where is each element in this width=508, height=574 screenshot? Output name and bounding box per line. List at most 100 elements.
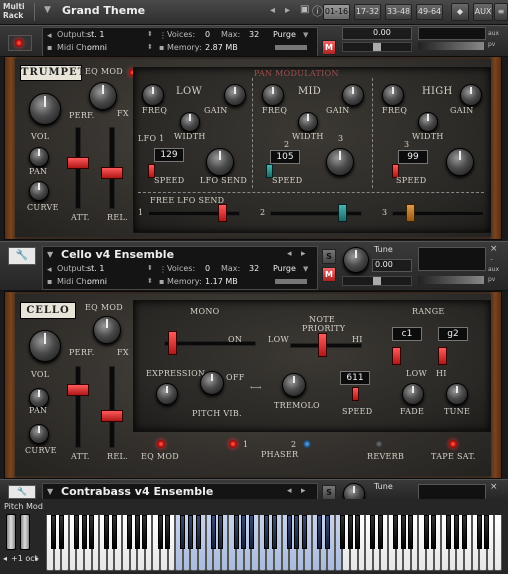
- eq-mod-led-icon[interactable]: [157, 440, 165, 448]
- black-key[interactable]: [89, 515, 95, 549]
- black-key[interactable]: [476, 515, 482, 549]
- tremolo-knob[interactable]: [282, 373, 306, 397]
- low-freq-knob[interactable]: [142, 84, 164, 106]
- purge-button[interactable]: Purge: [273, 264, 296, 273]
- wrench-icon[interactable]: 🔧: [8, 247, 36, 265]
- curve-knob[interactable]: [29, 181, 49, 201]
- piano-keyboard[interactable]: [46, 515, 506, 571]
- black-key[interactable]: [180, 515, 186, 549]
- black-key[interactable]: [263, 515, 269, 549]
- tape-sat-led-icon[interactable]: [449, 440, 457, 448]
- high-freq-knob[interactable]: [382, 84, 404, 106]
- midi-dropdown-icon[interactable]: ⬍: [147, 277, 153, 285]
- instrument-prev-icon[interactable]: ◂: [287, 249, 292, 259]
- solo-button[interactable]: S: [322, 485, 336, 500]
- black-key[interactable]: [370, 515, 376, 549]
- black-key[interactable]: [317, 515, 323, 549]
- low-lfo-send-knob[interactable]: [206, 148, 234, 176]
- mono-slider[interactable]: [168, 331, 177, 355]
- page-tab-1[interactable]: 01-16: [323, 4, 350, 20]
- range-high-value[interactable]: g2: [438, 327, 468, 341]
- black-key[interactable]: [51, 515, 57, 549]
- black-key[interactable]: [165, 515, 171, 549]
- black-key[interactable]: [408, 515, 414, 549]
- rel-fader[interactable]: [101, 410, 123, 422]
- multi-dropdown-arrow-icon[interactable]: ▼: [44, 5, 51, 15]
- black-key[interactable]: [400, 515, 406, 549]
- black-key[interactable]: [218, 515, 224, 549]
- black-key[interactable]: [431, 515, 437, 549]
- range-low-value[interactable]: c1: [392, 327, 422, 341]
- multi-next-icon[interactable]: ▸: [285, 5, 290, 16]
- free-lfo-slider-2[interactable]: [338, 204, 347, 222]
- output-value[interactable]: st. 1: [87, 30, 104, 39]
- save-icon[interactable]: ▣: [300, 4, 309, 15]
- black-key[interactable]: [58, 515, 64, 549]
- instrument-icon[interactable]: [8, 35, 32, 51]
- black-key[interactable]: [111, 515, 117, 549]
- black-key[interactable]: [461, 515, 467, 549]
- pan-slider-handle[interactable]: [373, 43, 381, 51]
- expression-knob[interactable]: [156, 383, 178, 405]
- black-key[interactable]: [484, 515, 490, 549]
- low-speed-value[interactable]: 129: [154, 148, 184, 162]
- pitch-vib-knob[interactable]: [200, 371, 224, 395]
- max-value[interactable]: 32: [249, 264, 259, 273]
- octave-down-icon[interactable]: ◂: [3, 554, 7, 563]
- minimize-icon[interactable]: –: [490, 256, 493, 263]
- close-icon[interactable]: ×: [490, 482, 498, 492]
- black-key[interactable]: [377, 515, 383, 549]
- menu-icon[interactable]: ≡: [494, 3, 508, 21]
- high-gain-knob[interactable]: [460, 84, 482, 106]
- instrument-dropdown-icon[interactable]: ▼: [47, 250, 53, 259]
- black-key[interactable]: [301, 515, 307, 549]
- instrument-prev-icon[interactable]: ◂: [287, 486, 292, 496]
- pan-slider-handle[interactable]: [373, 277, 381, 285]
- black-key[interactable]: [294, 515, 300, 549]
- fx-knob[interactable]: [89, 82, 117, 110]
- black-key[interactable]: [233, 515, 239, 549]
- tune-knob-panel[interactable]: [446, 383, 468, 405]
- black-key[interactable]: [339, 515, 345, 549]
- black-key[interactable]: [241, 515, 247, 549]
- output-dropdown-icon[interactable]: ⬍: [147, 264, 153, 272]
- perf-knob[interactable]: [29, 93, 61, 125]
- pitch-wheel[interactable]: [6, 514, 16, 550]
- black-key[interactable]: [104, 515, 110, 549]
- free-lfo-slider-1[interactable]: [218, 204, 227, 222]
- black-key[interactable]: [142, 515, 148, 549]
- black-key[interactable]: [453, 515, 459, 549]
- note-priority-slider[interactable]: [318, 333, 327, 357]
- black-key[interactable]: [195, 515, 201, 549]
- aux-icon[interactable]: aux: [488, 266, 499, 273]
- black-key[interactable]: [286, 515, 292, 549]
- black-key[interactable]: [271, 515, 277, 549]
- max-value[interactable]: 32: [249, 30, 259, 39]
- page-tab-3[interactable]: 33-48: [385, 4, 412, 20]
- black-key[interactable]: [127, 515, 133, 549]
- instrument-next-icon[interactable]: ▸: [301, 486, 306, 496]
- black-key[interactable]: [81, 515, 87, 549]
- speed-slider[interactable]: [352, 387, 359, 401]
- black-key[interactable]: [187, 515, 193, 549]
- fade-knob[interactable]: [402, 383, 424, 405]
- black-key[interactable]: [446, 515, 452, 549]
- high-speed-value[interactable]: 99: [398, 150, 428, 164]
- black-key[interactable]: [248, 515, 254, 549]
- mute-button[interactable]: M: [322, 267, 336, 282]
- mid-freq-knob[interactable]: [262, 84, 284, 106]
- rack-view-icon[interactable]: ◆: [451, 3, 469, 21]
- black-key[interactable]: [210, 515, 216, 549]
- rel-fader[interactable]: [101, 167, 123, 179]
- page-tab-2[interactable]: 17-32: [354, 4, 381, 20]
- purge-dropdown-icon[interactable]: ▼: [303, 265, 308, 273]
- pv-icon[interactable]: pv: [488, 41, 495, 48]
- info-icon[interactable]: ⓘ: [312, 3, 323, 19]
- pan-knob[interactable]: [29, 147, 49, 167]
- mid-lfo-send-knob[interactable]: [326, 148, 354, 176]
- midi-dropdown-icon[interactable]: ⬍: [147, 43, 153, 51]
- pan-knob[interactable]: [29, 388, 49, 408]
- free-lfo-slider-3[interactable]: [406, 204, 415, 222]
- instrument-next-icon[interactable]: ▸: [301, 249, 306, 259]
- low-width-knob[interactable]: [180, 112, 200, 132]
